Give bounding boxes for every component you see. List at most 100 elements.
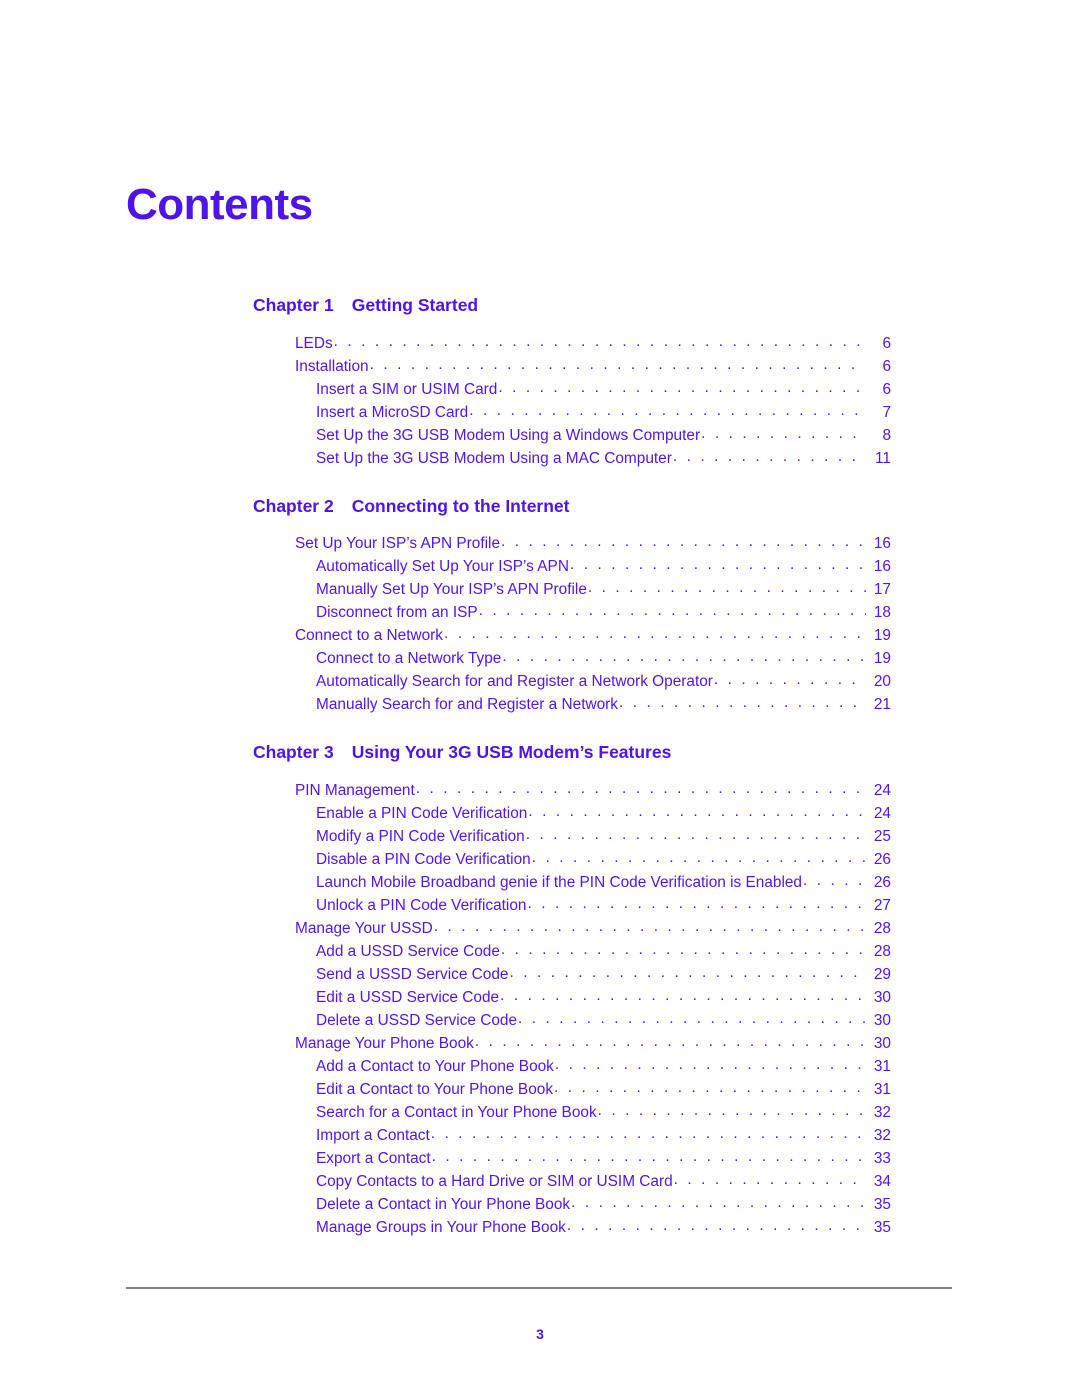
toc-entry[interactable]: Manually Set Up Your ISP’s APN Profile. …	[0, 578, 1080, 601]
toc-entry-page-number: 26	[873, 850, 891, 868]
chapter-heading[interactable]: Chapter 1 Getting Started	[253, 296, 1080, 315]
dot-leader: . . . . . . . . . . . . . . . . . . . . …	[554, 1055, 866, 1073]
footer-divider	[126, 1287, 952, 1289]
toc-entry[interactable]: Launch Mobile Broadband genie if the PIN…	[0, 871, 1080, 894]
dot-leader: . . . . . . . . . . . . . . . . . . . . …	[430, 1124, 866, 1142]
toc-entry[interactable]: Connect to a Network Type. . . . . . . .…	[0, 647, 1080, 670]
dot-leader: . . . . . . . . . . . . . . . . . . . . …	[474, 1032, 866, 1050]
toc-entry-page-number: 16	[873, 535, 891, 552]
toc-entry-label: LEDs	[295, 334, 333, 352]
toc-entry[interactable]: Insert a MicroSD Card. . . . . . . . . .…	[0, 401, 1080, 424]
dot-leader: . . . . . . . . . . . . . . . . . . . . …	[444, 625, 866, 642]
chapter-spacer	[0, 470, 1080, 498]
toc-entry-page-number: 7	[882, 403, 891, 421]
toc-entry-label: Copy Contacts to a Hard Drive or SIM or …	[316, 1172, 673, 1190]
toc-entry-label: Connect to a Network Type	[316, 650, 502, 667]
toc-entry-label: Delete a USSD Service Code	[316, 1011, 518, 1029]
toc-entry-page-number: 19	[873, 650, 891, 667]
toc-entry[interactable]: Add a Contact to Your Phone Book. . . . …	[0, 1055, 1080, 1078]
dot-leader: . . . . . . . . . . . . . . . . . . . . …	[618, 694, 866, 711]
toc-entry[interactable]: Set Up the 3G USB Modem Using a Windows …	[0, 424, 1080, 447]
page-title: Contents	[126, 180, 313, 230]
chapter-block: Chapter 2 Connecting to the Internet Set U…	[0, 495, 1080, 717]
toc-entry-page-number: 32	[873, 1126, 891, 1144]
toc-entry[interactable]: Copy Contacts to a Hard Drive or SIM or …	[0, 1170, 1080, 1193]
dot-leader: . . . . . . . . . . . . . . . . . . . . …	[509, 963, 866, 981]
toc-entry-page-number: 27	[873, 896, 891, 914]
toc-entry[interactable]: Export a Contact. . . . . . . . . . . . …	[0, 1147, 1080, 1170]
toc-entry[interactable]: Connect to a Network. . . . . . . . . . …	[0, 624, 1080, 647]
toc-entry[interactable]: Manage Your USSD. . . . . . . . . . . . …	[0, 917, 1080, 940]
toc-entry[interactable]: Unlock a PIN Code Verification. . . . . …	[0, 894, 1080, 917]
toc-entry[interactable]: Send a USSD Service Code. . . . . . . . …	[0, 963, 1080, 986]
toc-entry-page-number: 20	[873, 673, 891, 690]
dot-leader: . . . . . . . . . . . . . . . . . . . . …	[369, 355, 866, 373]
toc-entry-label: Automatically Search for and Register a …	[316, 673, 713, 690]
toc-entry-label: Enable a PIN Code Verification	[316, 804, 528, 822]
toc-entry-label: Set Up the 3G USB Modem Using a MAC Comp…	[316, 449, 672, 467]
toc-entry-page-number: 35	[873, 1218, 891, 1236]
toc-entry[interactable]: Automatically Set Up Your ISP’s APN. . .…	[0, 555, 1080, 578]
toc-entry[interactable]: Set Up Your ISP’s APN Profile. . . . . .…	[0, 532, 1080, 555]
toc-entry[interactable]: Enable a PIN Code Verification. . . . . …	[0, 802, 1080, 825]
chapter-heading[interactable]: Chapter 2 Connecting to the Internet	[253, 495, 1080, 516]
toc-entry-label: Automatically Set Up Your ISP’s APN	[316, 558, 569, 575]
toc-entry[interactable]: Disable a PIN Code Verification. . . . .…	[0, 848, 1080, 871]
document-page: Contents Chapter 1 Getting Started LEDs. .…	[0, 0, 1080, 1397]
toc-entry[interactable]: Set Up the 3G USB Modem Using a MAC Comp…	[0, 447, 1080, 470]
toc-entry[interactable]: Disconnect from an ISP. . . . . . . . . …	[0, 601, 1080, 624]
dot-leader: . . . . . . . . . . . . . . . . . . . . …	[333, 332, 866, 350]
toc-entry[interactable]: Delete a USSD Service Code. . . . . . . …	[0, 1009, 1080, 1032]
toc-entry[interactable]: Add a USSD Service Code. . . . . . . . .…	[0, 940, 1080, 963]
toc-entry-page-number: 25	[873, 827, 891, 845]
toc-entry-label: Export a Contact	[316, 1149, 431, 1167]
toc-entry-label: Launch Mobile Broadband genie if the PIN…	[316, 873, 802, 891]
toc-entry[interactable]: Insert a SIM or USIM Card. . . . . . . .…	[0, 378, 1080, 401]
chapter-label: Chapter 3	[253, 742, 334, 762]
toc-entry-label: Send a USSD Service Code	[316, 965, 509, 983]
toc-entry[interactable]: Search for a Contact in Your Phone Book.…	[0, 1101, 1080, 1124]
chapter-title: Using Your 3G USB Modem’s Features	[351, 742, 672, 762]
table-of-contents: Chapter 1 Getting Started LEDs. . . . . . …	[0, 296, 1080, 1239]
toc-entry-page-number: 6	[882, 380, 891, 398]
dot-leader: . . . . . . . . . . . . . . . . . . . . …	[431, 1147, 866, 1165]
dot-leader: . . . . . . . . . . . . . . . . . . . . …	[525, 825, 866, 843]
toc-entry-page-number: 29	[873, 965, 891, 983]
toc-entry-label: PIN Management	[295, 781, 415, 799]
dot-leader: . . . . . . . . . . . . . . . . . . . . …	[500, 940, 866, 958]
toc-entry-page-number: 33	[873, 1149, 891, 1167]
toc-entry-label: Installation	[295, 357, 369, 375]
toc-entry[interactable]: Edit a Contact to Your Phone Book. . . .…	[0, 1078, 1080, 1101]
toc-entry[interactable]: Automatically Search for and Register a …	[0, 670, 1080, 693]
toc-entry-label: Disconnect from an ISP	[316, 604, 478, 621]
dot-leader: . . . . . . . . . . . . . . . . . . . . …	[500, 986, 866, 1004]
chapter-title: Connecting to the Internet	[351, 495, 570, 516]
chapter-heading[interactable]: Chapter 3 Using Your 3G USB Modem’s Featu…	[253, 742, 1080, 762]
toc-entry-label: Manage Your Phone Book	[295, 1034, 474, 1052]
dot-leader: . . . . . . . . . . . . . . . . . . . . …	[597, 1101, 866, 1119]
dot-leader: . . . . . . . . . . . . . . . . . . . . …	[701, 424, 866, 442]
toc-entry-label: Edit a Contact to Your Phone Book	[316, 1080, 554, 1098]
dot-leader: . . . . . . . . . . . . . . . . . . . . …	[469, 401, 866, 419]
toc-entry[interactable]: Delete a Contact in Your Phone Book. . .…	[0, 1193, 1080, 1216]
toc-entry-page-number: 28	[873, 942, 891, 960]
toc-entry[interactable]: PIN Management. . . . . . . . . . . . . …	[0, 779, 1080, 802]
toc-entry[interactable]: Edit a USSD Service Code. . . . . . . . …	[0, 986, 1080, 1009]
toc-entry[interactable]: Modify a PIN Code Verification. . . . . …	[0, 825, 1080, 848]
toc-entry[interactable]: Installation. . . . . . . . . . . . . . …	[0, 355, 1080, 378]
toc-entry-page-number: 30	[873, 1011, 891, 1029]
toc-entry-label: Manage Your USSD	[295, 919, 433, 937]
toc-entry-label: Import a Contact	[316, 1126, 430, 1144]
chapter-entry-list: LEDs. . . . . . . . . . . . . . . . . . …	[0, 332, 1080, 470]
chapter-spacer	[0, 716, 1080, 744]
toc-entry[interactable]: Manage Groups in Your Phone Book. . . . …	[0, 1216, 1080, 1239]
toc-entry[interactable]: Import a Contact. . . . . . . . . . . . …	[0, 1124, 1080, 1147]
dot-leader: . . . . . . . . . . . . . . . . . . . . …	[528, 802, 866, 820]
dot-leader: . . . . . . . . . . . . . . . . . . . . …	[673, 1170, 866, 1188]
toc-entry[interactable]: Manually Search for and Register a Netwo…	[0, 693, 1080, 716]
toc-entry[interactable]: Manage Your Phone Book. . . . . . . . . …	[0, 1032, 1080, 1055]
toc-entry-page-number: 21	[873, 696, 891, 713]
toc-entry-label: Modify a PIN Code Verification	[316, 827, 525, 845]
dot-leader: . . . . . . . . . . . . . . . . . . . . …	[478, 602, 866, 619]
toc-entry[interactable]: LEDs. . . . . . . . . . . . . . . . . . …	[0, 332, 1080, 355]
